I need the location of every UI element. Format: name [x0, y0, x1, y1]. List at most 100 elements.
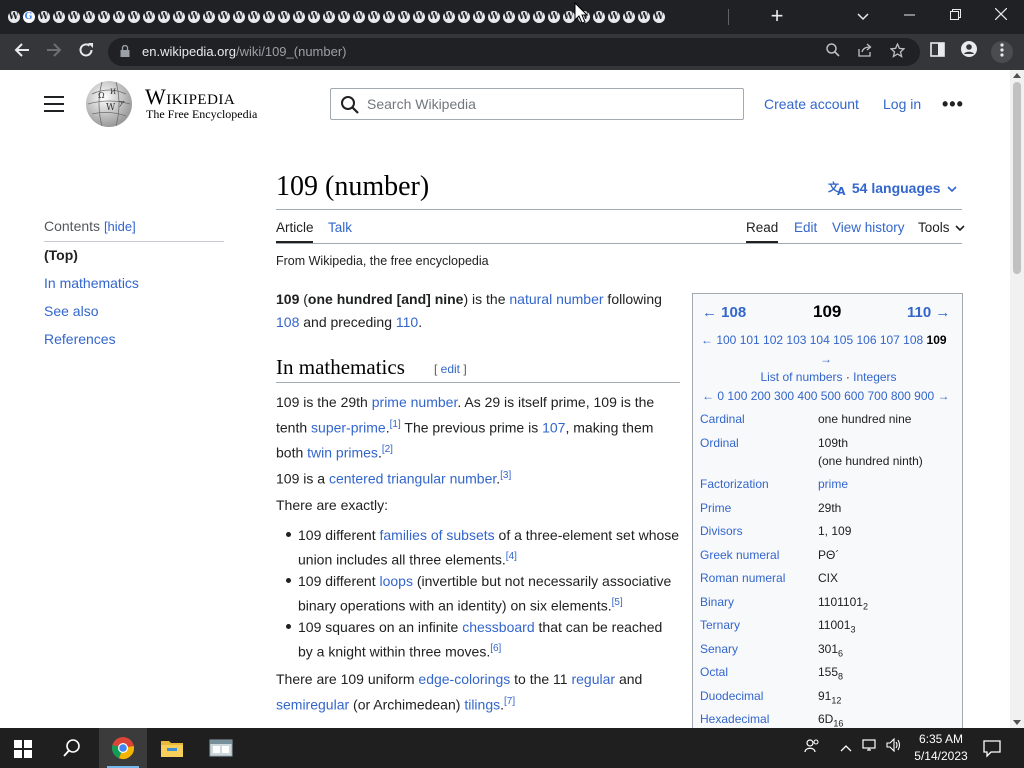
infobox-label-hexadecimal[interactable]: Hexadecimal: [700, 712, 769, 726]
windows-start-icon[interactable]: [14, 740, 32, 758]
show-hidden-icons-chevron-up-icon[interactable]: [836, 738, 856, 758]
browser-tab[interactable]: W: [81, 8, 96, 26]
loops-link[interactable]: loops: [379, 573, 412, 589]
network-icon[interactable]: [860, 738, 880, 758]
twin-primes-link[interactable]: twin primes: [307, 444, 378, 460]
new-tab-button[interactable]: +: [766, 5, 788, 28]
section-edit-link[interactable]: [ edit ]: [434, 362, 467, 376]
browser-tab[interactable]: W: [606, 8, 621, 26]
infobox-label-binary[interactable]: Binary: [700, 595, 734, 609]
browser-tab[interactable]: W: [411, 8, 426, 26]
infobox-label-cardinal[interactable]: Cardinal: [700, 412, 745, 426]
create-account-link[interactable]: Create account: [764, 96, 859, 112]
tilings-link[interactable]: tilings: [464, 696, 500, 712]
chessboard-link[interactable]: chessboard: [462, 619, 534, 635]
language-selector-button[interactable]: 文A 54 languages: [828, 180, 958, 198]
integers-link[interactable]: Integers: [853, 370, 896, 384]
browser-tab[interactable]: W: [396, 8, 411, 26]
infobox-label-roman-numeral[interactable]: Roman numeral: [700, 571, 785, 585]
browser-tab[interactable]: W: [156, 8, 171, 26]
restore-button[interactable]: [932, 0, 978, 32]
prime-number-link[interactable]: prime number: [372, 394, 458, 410]
scroll-down-icon[interactable]: [1013, 720, 1021, 725]
personal-tools-more-icon[interactable]: •••: [942, 94, 964, 115]
infobox-label-duodecimal[interactable]: Duodecimal: [700, 689, 763, 703]
regular-link[interactable]: regular: [571, 671, 615, 687]
browser-tab[interactable]: W: [441, 8, 456, 26]
browser-tab[interactable]: W: [96, 8, 111, 26]
browser-tab[interactable]: W: [36, 8, 51, 26]
infobox-label-senary[interactable]: Senary: [700, 642, 738, 656]
search-input[interactable]: [367, 93, 727, 115]
browser-tab[interactable]: W: [351, 8, 366, 26]
semiregular-link[interactable]: semiregular: [276, 696, 349, 712]
tab-search-icon[interactable]: [852, 6, 874, 28]
browser-tab[interactable]: W: [381, 8, 396, 26]
browser-tab[interactable]: W: [336, 8, 351, 26]
browser-tab[interactable]: W: [51, 8, 66, 26]
citation-6[interactable]: [6]: [490, 643, 501, 654]
browser-tab[interactable]: W: [261, 8, 276, 26]
tab-talk[interactable]: Talk: [328, 220, 352, 235]
list-of-numbers-link[interactable]: List of numbers: [760, 370, 842, 384]
browser-tab[interactable]: W: [471, 8, 486, 26]
tab-view-history[interactable]: View history: [832, 220, 905, 235]
browser-tab[interactable]: W: [636, 8, 651, 26]
citation-2[interactable]: [2]: [382, 444, 393, 455]
citation-5[interactable]: [5]: [612, 597, 623, 608]
browser-tab[interactable]: W: [366, 8, 381, 26]
browser-tab[interactable]: W: [171, 8, 186, 26]
browser-tab[interactable]: W: [141, 8, 156, 26]
browser-tab[interactable]: W: [426, 8, 441, 26]
browser-tab[interactable]: W: [246, 8, 261, 26]
infobox-label-ordinal[interactable]: Ordinal: [700, 436, 739, 450]
browser-tab[interactable]: W: [456, 8, 471, 26]
browser-tab[interactable]: W: [276, 8, 291, 26]
browser-tab[interactable]: W: [126, 8, 141, 26]
infobox-label-octal[interactable]: Octal: [700, 665, 728, 679]
infobox-label-ternary[interactable]: Ternary: [700, 618, 740, 632]
link-107[interactable]: 107: [542, 419, 565, 435]
taskbar-app[interactable]: [197, 728, 245, 768]
browser-tab[interactable]: W: [501, 8, 516, 26]
centered-triangular-number-link[interactable]: centered triangular number: [329, 471, 496, 487]
infobox-value-factorization[interactable]: prime: [818, 475, 848, 493]
side-panel-icon[interactable]: [926, 41, 948, 63]
profile-avatar-icon[interactable]: [958, 41, 980, 63]
browser-tab[interactable]: W: [231, 8, 246, 26]
volume-icon[interactable]: [884, 737, 904, 758]
browser-tab[interactable]: W: [651, 8, 666, 26]
browser-tab[interactable]: W: [531, 8, 546, 26]
citation-1[interactable]: [1]: [390, 419, 401, 430]
taskbar-search-icon[interactable]: [62, 738, 82, 758]
citation-4[interactable]: [4]: [506, 551, 517, 562]
browser-tab[interactable]: W: [306, 8, 321, 26]
taskbar-file-explorer-app[interactable]: [148, 728, 196, 768]
infobox-label-prime[interactable]: Prime: [700, 501, 731, 515]
browser-menu-icon[interactable]: [991, 41, 1013, 63]
browser-tab[interactable]: W: [216, 8, 231, 26]
browser-tab[interactable]: W: [66, 8, 81, 26]
natural-number-link[interactable]: natural number: [509, 291, 603, 307]
infobox-prev-number-link[interactable]: ← 108: [702, 304, 746, 321]
super-prime-link[interactable]: super-prime: [311, 419, 386, 435]
tab-edit[interactable]: Edit: [794, 220, 817, 235]
tab-article[interactable]: Article: [276, 220, 314, 235]
scroll-up-icon[interactable]: [1013, 73, 1021, 78]
wikipedia-globe-logo[interactable]: Ω И W ア: [84, 80, 134, 128]
system-clock[interactable]: 6:35 AM 5/14/2023: [906, 731, 976, 765]
main-menu-icon[interactable]: [44, 96, 64, 112]
zoom-search-icon[interactable]: [824, 43, 842, 61]
infobox-label-divisors[interactable]: Divisors: [700, 524, 743, 538]
citation-3[interactable]: [3]: [500, 470, 511, 481]
share-icon[interactable]: [856, 43, 874, 61]
bookmark-star-icon[interactable]: [888, 42, 906, 61]
browser-tab[interactable]: W: [201, 8, 216, 26]
tab-read[interactable]: Read: [746, 220, 778, 235]
people-icon[interactable]: [802, 738, 822, 758]
close-window-button[interactable]: [978, 0, 1024, 32]
browser-tab[interactable]: W: [111, 8, 126, 26]
infobox-hundreds-links[interactable]: ← 0 100 200 300 400 500 600 700 800 900 …: [702, 389, 950, 403]
login-link[interactable]: Log in: [883, 96, 921, 112]
notifications-icon[interactable]: [982, 738, 1002, 758]
